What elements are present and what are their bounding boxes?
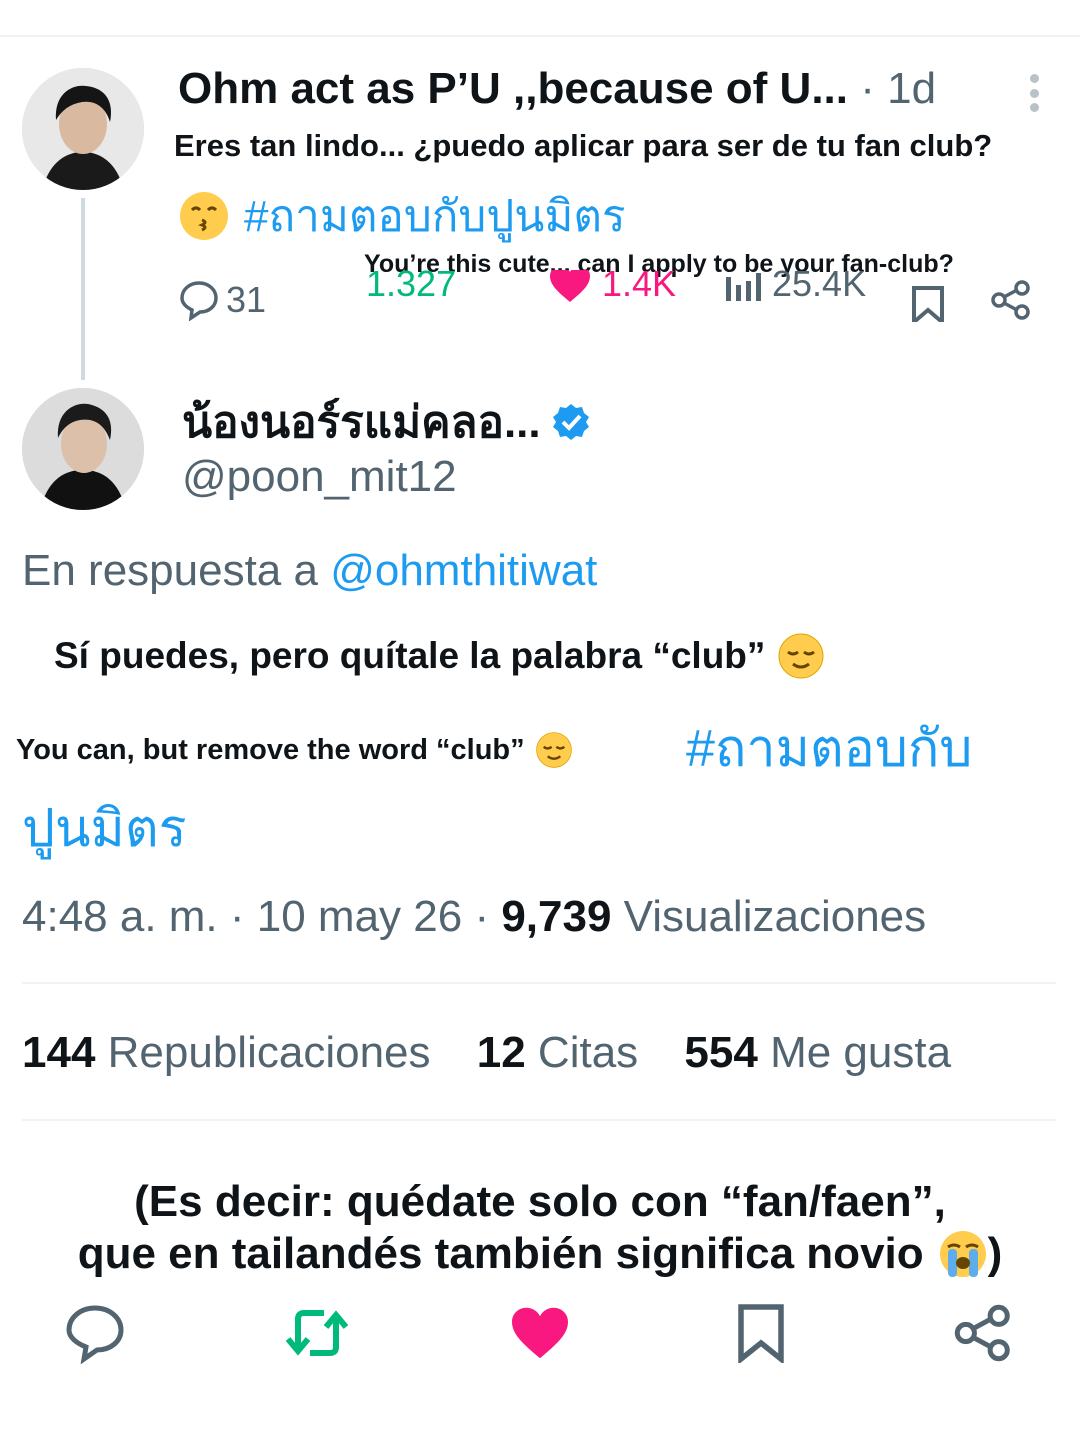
parent-views-count: 25.4K xyxy=(772,270,867,304)
parent-author-avatar[interactable] xyxy=(22,68,144,190)
parent-like-button[interactable]: 1.4K xyxy=(548,270,676,310)
reply-hashtag-link-continued[interactable]: ปูนมิตร xyxy=(22,798,187,860)
divider xyxy=(22,1119,1056,1121)
tweet-action-bar xyxy=(0,1298,1080,1368)
engagement-counts-row: 144 Republicaciones 12 Citas 554 Me gust… xyxy=(22,1026,985,1080)
parent-share-button[interactable] xyxy=(990,274,1032,322)
avatar-image xyxy=(22,388,144,510)
bookmark-icon xyxy=(738,1304,784,1363)
crying-face-icon xyxy=(938,1229,988,1279)
kissing-face-icon xyxy=(178,190,230,242)
reposts-label: Republicaciones xyxy=(95,1028,431,1077)
likes-count: 554 xyxy=(684,1028,758,1077)
share-icon xyxy=(954,1304,1010,1362)
views-count: 9,739 xyxy=(501,892,612,941)
thread-connector-line xyxy=(81,198,85,380)
reply-button[interactable] xyxy=(60,1298,130,1368)
views-label: Visualizaciones xyxy=(611,892,927,941)
parent-author-name[interactable]: Ohm act as P’U ,,because of U... xyxy=(178,64,848,113)
reply-author-avatar[interactable] xyxy=(22,388,144,510)
reply-mention-link[interactable]: @ohmthitiwat xyxy=(330,546,597,595)
parent-stats-row: 31 1.327 1.4K 25.4K xyxy=(178,270,1038,322)
reply-hashtag-link[interactable]: #ถามตอบกับ xyxy=(686,718,972,780)
more-options-icon[interactable] xyxy=(1024,70,1044,116)
parent-bookmark-button[interactable] xyxy=(908,278,948,322)
parent-repost-count: 1.327 xyxy=(366,270,457,304)
explanation-close: ) xyxy=(987,1229,1003,1278)
heart-filled-icon xyxy=(512,1307,568,1359)
explanation-line-2-text: que en tailandés también significa novio xyxy=(77,1229,924,1278)
quotes-label: Citas xyxy=(525,1028,639,1077)
reply-author-handle[interactable]: @poon_mit12 xyxy=(182,450,457,504)
avatar-image xyxy=(22,68,144,190)
reposts-count: 144 xyxy=(22,1028,96,1077)
share-button[interactable] xyxy=(948,1298,1018,1368)
verified-badge-icon xyxy=(551,402,591,442)
bookmark-button[interactable] xyxy=(726,1298,796,1368)
quotes-count: 12 xyxy=(476,1028,526,1077)
top-divider xyxy=(0,35,1080,37)
caption-spanish-answer-text: Sí puedes, pero quítale la palabra “club… xyxy=(54,635,766,676)
reply-icon xyxy=(66,1305,124,1364)
reposts-count-link[interactable]: 144 Republicaciones xyxy=(22,1028,431,1077)
likes-count-link[interactable]: 554 Me gusta xyxy=(684,1028,951,1077)
caption-spanish-answer: Sí puedes, pero quítale la palabra “club… xyxy=(54,632,825,680)
parent-tweet-time: · 1d xyxy=(848,64,937,113)
quotes-count-link[interactable]: 12 Citas xyxy=(477,1028,638,1077)
bookmark-icon xyxy=(912,286,944,322)
parent-tweet-header: Ohm act as P’U ,,because of U... · 1d xyxy=(178,62,936,116)
reply-author-name-row[interactable]: น้องนอร์รแม่คลอ... xyxy=(182,394,591,450)
caption-spanish-question: Eres tan lindo... ¿puedo aplicar para se… xyxy=(174,128,993,163)
reply-author-name: น้องนอร์รแม่คลอ... xyxy=(182,398,541,447)
parent-like-count: 1.4K xyxy=(602,270,677,304)
parent-repost-button[interactable]: 1.327 xyxy=(366,270,456,310)
explanation-caption: (Es decir: quédate solo con “fan/faen”, … xyxy=(0,1176,1080,1280)
relieved-face-icon xyxy=(535,731,573,769)
repost-icon xyxy=(285,1310,349,1356)
like-button[interactable] xyxy=(505,1298,575,1368)
reply-icon xyxy=(180,281,218,321)
tweet-timestamp[interactable]: 4:48 a. m. · 10 may 26 · xyxy=(22,892,501,941)
likes-label: Me gusta xyxy=(757,1028,952,1077)
caption-english-answer-text: You can, but remove the word “club” xyxy=(16,734,525,766)
in-reply-to-line: En respuesta a @ohmthitiwat xyxy=(22,544,597,598)
views-bar-icon xyxy=(726,273,761,301)
parent-tweet-text: #ถามตอบกับปูนมิตร xyxy=(178,188,626,244)
parent-reply-button[interactable]: 31 xyxy=(178,274,266,322)
tweet-meta-row: 4:48 a. m. · 10 may 26 · 9,739 Visualiza… xyxy=(22,890,926,944)
parent-hashtag-link[interactable]: #ถามตอบกับปูนมิตร xyxy=(244,181,626,251)
share-icon xyxy=(991,280,1030,320)
relieved-face-icon xyxy=(777,632,825,680)
in-reply-to-prefix: En respuesta a xyxy=(22,546,331,595)
explanation-line-2: que en tailandés también significa novio… xyxy=(0,1228,1080,1280)
caption-english-answer: You can, but remove the word “club” xyxy=(16,730,573,770)
explanation-line-1: (Es decir: quédate solo con “fan/faen”, xyxy=(134,1177,946,1226)
divider xyxy=(22,982,1056,984)
parent-reply-count: 31 xyxy=(226,279,267,320)
repost-button[interactable] xyxy=(282,1298,352,1368)
heart-filled-icon xyxy=(550,270,590,302)
parent-views-button[interactable]: 25.4K xyxy=(724,270,866,310)
